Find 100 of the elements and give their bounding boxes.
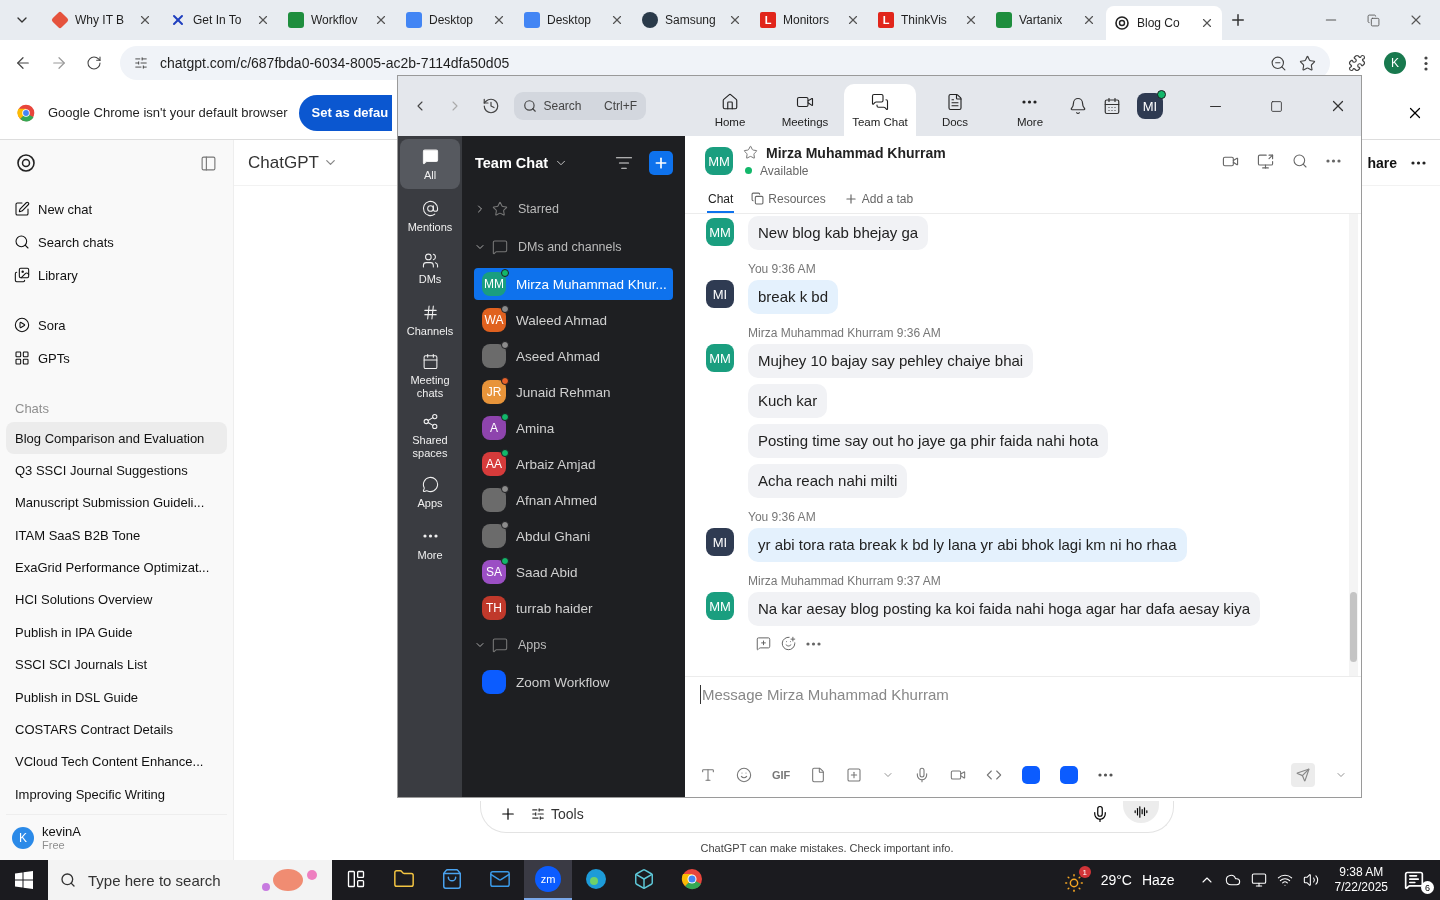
- volume-icon[interactable]: [1302, 872, 1319, 888]
- browser-tab[interactable]: L Monitors: [752, 3, 868, 37]
- task-view-icon[interactable]: [346, 869, 366, 889]
- browser-tab[interactable]: Vartanix: [988, 3, 1104, 37]
- contact-item[interactable]: Abdul Ghani: [474, 520, 673, 552]
- chat-history-item[interactable]: Q3 SSCI Journal Suggestions: [6, 454, 227, 487]
- contact-item[interactable]: WA Waleed Ahmad: [474, 304, 673, 336]
- rail-item[interactable]: DMs: [400, 243, 460, 293]
- sidebar-item[interactable]: Sora: [6, 309, 227, 341]
- microphone-icon[interactable]: [1091, 804, 1109, 823]
- rail-item[interactable]: Apps: [400, 467, 460, 517]
- chat-history-item[interactable]: Blog Comparison and Evaluation: [6, 422, 227, 454]
- rail-item[interactable]: Mentions: [400, 191, 460, 241]
- contact-item[interactable]: MM Mirza Muhammad Khur...: [474, 268, 673, 300]
- browser-tab[interactable]: Desktop: [398, 3, 514, 37]
- browser-tab[interactable]: Samsung: [634, 3, 750, 37]
- folder-icon[interactable]: [393, 868, 415, 890]
- chat-history-item[interactable]: VCloud Tech Content Enhance...: [6, 745, 227, 778]
- filter-icon[interactable]: [615, 154, 633, 172]
- browser-tab[interactable]: Blog Co: [1106, 6, 1222, 40]
- address-bar[interactable]: chatgpt.com/c/687fbda0-6034-8005-ac2b-7114dfa50d05: [120, 46, 1330, 80]
- tools-button[interactable]: Tools: [531, 805, 584, 822]
- chat-history-item[interactable]: ExaGrid Performance Optimizat...: [6, 551, 227, 584]
- cloud-icon[interactable]: [1224, 872, 1241, 888]
- nav-tab[interactable]: Home: [694, 84, 766, 136]
- prompt-box[interactable]: Tools: [480, 801, 1174, 833]
- extensions-icon[interactable]: [1348, 54, 1366, 72]
- cube-icon[interactable]: [633, 868, 655, 890]
- profile-avatar[interactable]: K: [1384, 52, 1406, 74]
- rail-item[interactable]: Channels: [400, 295, 460, 345]
- model-selector[interactable]: ChatGPT: [248, 152, 338, 173]
- weather-widget[interactable]: 1: [1062, 866, 1091, 894]
- bell-icon[interactable]: [1069, 97, 1087, 115]
- chat-history-item[interactable]: Manuscript Submission Guideli...: [6, 486, 227, 519]
- file-icon[interactable]: [810, 767, 827, 783]
- chat-tab[interactable]: Add a tab: [842, 186, 915, 213]
- rail-item[interactable]: Shared spaces: [400, 407, 460, 465]
- contact-item[interactable]: Aseed Ahmad: [474, 340, 673, 372]
- browser-tab[interactable]: Why IT B: [44, 3, 160, 37]
- contact-item[interactable]: SA Saad Abid: [474, 556, 673, 588]
- chat-history-item[interactable]: Publish in DSL Guide: [6, 681, 227, 714]
- browser-tab[interactable]: Desktop: [516, 3, 632, 37]
- app-icon[interactable]: [1060, 766, 1079, 784]
- add-reaction-icon[interactable]: [781, 636, 796, 651]
- contact-item[interactable]: Zoom Workflow: [474, 666, 673, 698]
- rail-item[interactable]: All: [400, 139, 460, 189]
- send-button[interactable]: [1291, 763, 1315, 787]
- nav-tab[interactable]: Team Chat: [844, 84, 916, 136]
- restore-icon[interactable]: [1367, 13, 1380, 27]
- search-icon[interactable]: [1292, 153, 1308, 169]
- taskbar-app[interactable]: zm: [524, 860, 572, 900]
- reload-icon[interactable]: [86, 55, 102, 71]
- section-header[interactable]: DMs and channels: [474, 228, 673, 266]
- chat-history-item[interactable]: Improving Specific Writing: [6, 778, 227, 811]
- calendar-icon[interactable]: [1103, 97, 1121, 115]
- reply-icon[interactable]: [756, 636, 771, 651]
- app-icon[interactable]: [1022, 766, 1041, 784]
- back-icon[interactable]: [14, 54, 32, 72]
- taskbar-search-field[interactable]: Type here to search: [48, 860, 332, 900]
- sidebar-item[interactable]: Search chats: [6, 226, 227, 258]
- text-format-icon[interactable]: [700, 767, 716, 783]
- contact-item[interactable]: A Amina: [474, 412, 673, 444]
- voice-button[interactable]: [1123, 800, 1159, 823]
- mail-icon[interactable]: [489, 868, 511, 890]
- browser-tab[interactable]: Get In To: [162, 3, 278, 37]
- contact-item[interactable]: JR Junaid Rehman: [474, 376, 673, 408]
- network-icon[interactable]: [1276, 872, 1293, 888]
- chat-history-item[interactable]: Publish in IPA Guide: [6, 616, 227, 649]
- chat-tab[interactable]: Chat: [707, 186, 735, 213]
- scrollbar-thumb[interactable]: [1350, 592, 1357, 662]
- maximize-icon[interactable]: [1270, 99, 1283, 113]
- more-icon[interactable]: [1411, 160, 1426, 165]
- nav-tab[interactable]: Docs: [919, 84, 991, 136]
- section-header[interactable]: Starred: [474, 190, 673, 228]
- set-default-button[interactable]: Set as defau: [299, 94, 393, 131]
- contact-item[interactable]: AA Arbaiz Amjad: [474, 448, 673, 480]
- chat-history-item[interactable]: COSTARS Contract Details: [6, 713, 227, 746]
- add-button[interactable]: [649, 151, 673, 175]
- emoji-icon[interactable]: [736, 767, 752, 783]
- browser-tab[interactable]: Workflov: [280, 3, 396, 37]
- section-header[interactable]: Apps: [474, 626, 673, 664]
- sidebar-toggle-icon[interactable]: [200, 154, 217, 172]
- bag-icon[interactable]: [441, 868, 463, 890]
- sidebar-item[interactable]: Library: [6, 259, 227, 291]
- chat-history-item[interactable]: ITAM SaaS B2B Tone: [6, 519, 227, 552]
- chat-history-item[interactable]: HCI Solutions Overview: [6, 583, 227, 616]
- profile-avatar[interactable]: MI: [1137, 93, 1163, 119]
- menu-icon[interactable]: [1424, 55, 1428, 71]
- gif-button[interactable]: GIF: [772, 769, 791, 781]
- sidebar-item[interactable]: New chat: [6, 193, 227, 225]
- screenshot-icon[interactable]: [846, 767, 863, 783]
- rail-item[interactable]: Meeting chats: [400, 347, 460, 405]
- monitor-icon[interactable]: [1250, 872, 1267, 888]
- search-field[interactable]: Search Ctrl+F: [514, 92, 646, 120]
- contact-item[interactable]: Afnan Ahmed: [474, 484, 673, 516]
- share-screen-icon[interactable]: [1257, 152, 1274, 170]
- rail-item[interactable]: More: [400, 519, 460, 569]
- sidebar-item[interactable]: GPTs: [6, 342, 227, 374]
- chat-tab[interactable]: Resources: [750, 186, 827, 213]
- star-icon[interactable]: [743, 145, 758, 160]
